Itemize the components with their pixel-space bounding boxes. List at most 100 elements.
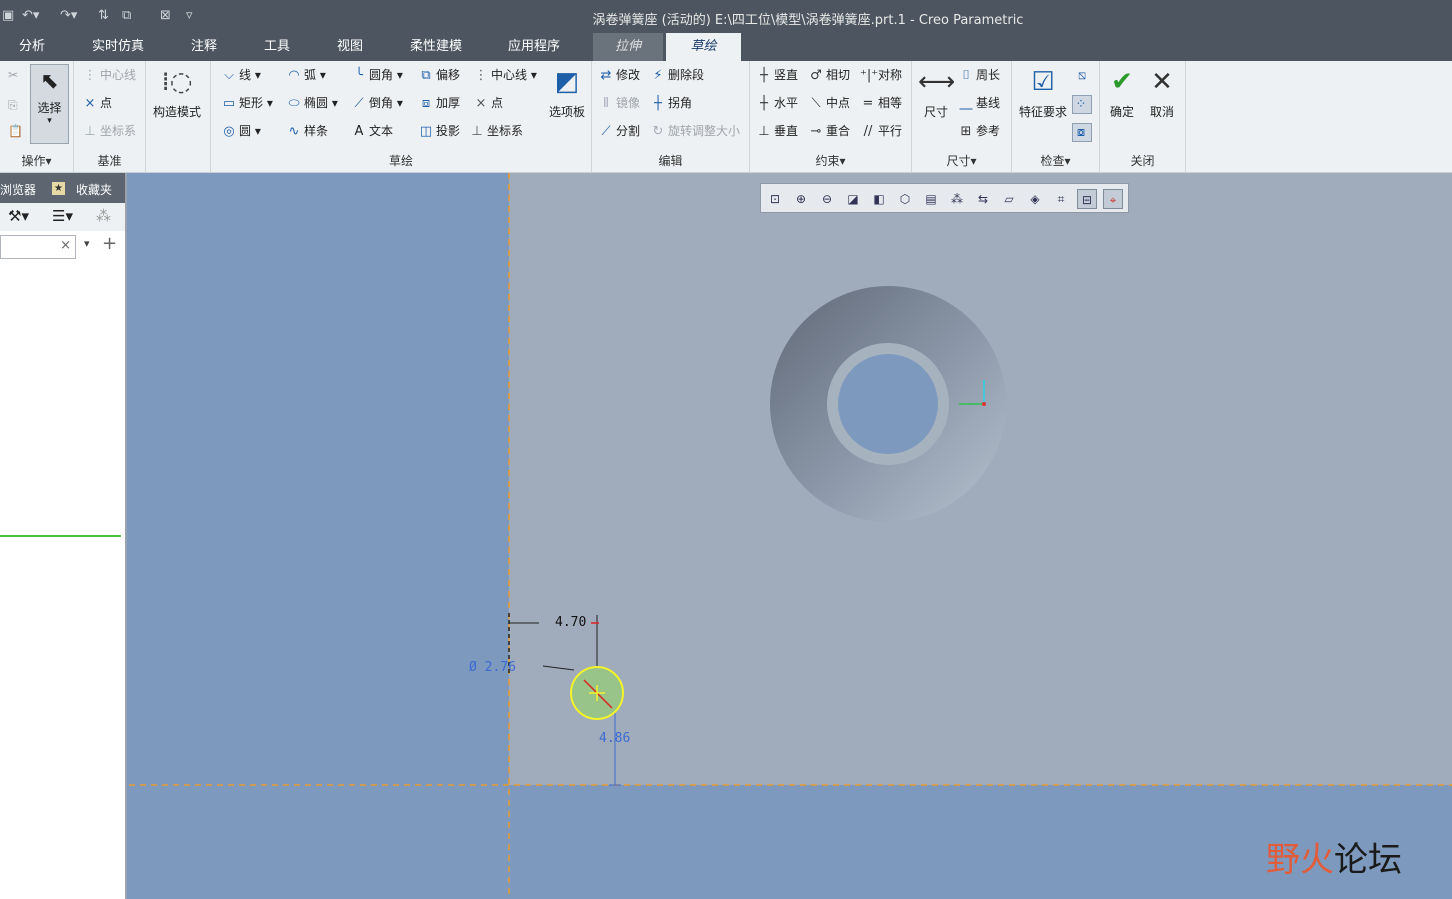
ellipse-button[interactable]: ⬭ 椭圆 ▾: [286, 95, 337, 112]
point-button[interactable]: × 点: [473, 95, 503, 112]
clear-search-icon[interactable]: ×: [60, 238, 71, 253]
horizontal-constraint-button[interactable]: ┼ 水平: [756, 95, 798, 112]
group-label-edit: 编辑: [658, 154, 683, 168]
parallel-constraint-button[interactable]: //平行: [860, 123, 902, 140]
copy-icon[interactable]: ⎘: [8, 97, 18, 113]
tab-extrude[interactable]: 拉伸: [593, 33, 663, 61]
baseline-button[interactable]: ⎽ 基线: [958, 95, 1000, 112]
tab-tools[interactable]: 工具: [253, 33, 301, 61]
thicken-button[interactable]: ⧈ 加厚: [418, 95, 460, 112]
tree-settings-icon[interactable]: ⚒▾: [8, 207, 29, 225]
cut-icon[interactable]: ✂: [8, 67, 18, 83]
zoom-in-icon[interactable]: ⊕: [791, 189, 811, 209]
feature-requirements-button[interactable]: ☑ 特征要求: [1016, 67, 1070, 120]
rectangle-button[interactable]: ▭ 矩形 ▾: [221, 95, 273, 112]
title-bar: ▣ ↶▾ ↷▾ ⇅ ⧉ ⊠ ▿ 涡卷弹簧座 (活动的) E:\四工位\模型\涡卷…: [0, 0, 1452, 33]
group-label-operations: 操作▾: [21, 154, 52, 168]
group-sketch: ⌵ 线 ▾ ▭ 矩形 ▾ ◎ 圆 ▾ ◠ 弧 ▾ ⬭ 椭圆 ▾ ∿ 样条 ╰ 圆角 ▾ ⟋ 倒角…: [210, 61, 592, 173]
tab-sketch[interactable]: 草绘: [666, 33, 741, 61]
fillet-button[interactable]: ╰ 圆角 ▾: [351, 67, 403, 84]
tab-browser[interactable]: 浏览器: [0, 181, 36, 198]
vertical-constraint-button[interactable]: ┼ 竖直: [756, 67, 798, 84]
perspective-icon[interactable]: ⁂: [947, 189, 967, 209]
refit-icon[interactable]: ⊡: [765, 189, 785, 209]
dimension-diameter[interactable]: Ø 2.76: [469, 660, 516, 675]
select-button[interactable]: ⬉ 选择 ▾: [30, 64, 69, 144]
tab-simulation[interactable]: 实时仿真: [82, 33, 154, 61]
project-button[interactable]: ◫ 投影: [418, 123, 460, 140]
equal-constraint-button[interactable]: = 相等: [860, 95, 902, 112]
display-style-icon[interactable]: ◧: [869, 189, 889, 209]
add-icon[interactable]: +: [102, 233, 117, 254]
tab-applications[interactable]: 应用程序: [498, 33, 570, 61]
perimeter-icon: ⌷: [962, 68, 970, 83]
cancel-label: 取消: [1149, 105, 1174, 119]
datum-display-icon[interactable]: ▱: [999, 189, 1019, 209]
highlight-open-ends-icon[interactable]: ⁘: [1072, 95, 1092, 114]
vertical-icon: ┼: [760, 68, 768, 83]
coincident-constraint-button[interactable]: ⊸ 重合: [808, 123, 850, 140]
overlapping-geometry-icon[interactable]: ⧅: [1074, 67, 1092, 84]
construction-mode-button[interactable]: ⁞◌ 构造模式: [150, 67, 204, 120]
sketcher-display-icon[interactable]: ⊟: [1077, 189, 1097, 209]
sketch-view-icon[interactable]: ⌗: [1051, 189, 1071, 209]
circle-button[interactable]: ◎ 圆 ▾: [221, 123, 261, 140]
csys-button[interactable]: ⊥ 坐标系: [469, 123, 523, 140]
spline-button[interactable]: ∿ 样条: [286, 123, 328, 140]
search-input[interactable]: ×: [0, 235, 76, 259]
show-menu-icon[interactable]: ☰▾: [52, 207, 73, 225]
graphics-area[interactable]: 4.70 Ø 2.76 4.86 ⊡ ⊕ ⊖ ◪ ◧ ⬡ ▤ ⁂ ⇆ ▱ ◈ ⌗…: [129, 173, 1452, 899]
paste-icon[interactable]: 📋: [8, 123, 23, 139]
rotate-resize-button[interactable]: ↻ 旋转调整大小: [650, 123, 740, 140]
tab-view[interactable]: 视图: [326, 33, 374, 61]
group-inspect: ☑ 特征要求 ⧅ ⁘ ⧇ 检查▾: [1012, 61, 1100, 173]
chevron-down-icon: ▾: [47, 116, 52, 126]
symmetric-constraint-button[interactable]: ⁺|⁺对称: [860, 67, 902, 84]
divide-button[interactable]: ⟋ 分割: [598, 123, 640, 140]
chevron-down-icon[interactable]: ▾: [84, 237, 90, 250]
datum-csys-button[interactable]: ⊥ 坐标系: [82, 123, 136, 140]
view-manager-icon[interactable]: ▤: [921, 189, 941, 209]
navigator-tabs: 浏览器 ★ 收藏夹: [0, 173, 125, 203]
diameter-leader: [542, 665, 575, 671]
spin-center-icon[interactable]: ◈: [1025, 189, 1045, 209]
closed-loops-icon: ⧇: [1076, 125, 1086, 140]
datum-centerline-button[interactable]: ⋮ 中心线: [82, 67, 137, 84]
group-close: ✔ 确定 ✕ 取消 关闭: [1100, 61, 1186, 173]
text-button[interactable]: A 文本: [351, 123, 393, 140]
filter-icon[interactable]: ⁂: [96, 207, 111, 225]
saved-orientations-icon[interactable]: ⬡: [895, 189, 915, 209]
centerline-button[interactable]: ⋮ 中心线 ▾: [473, 67, 537, 84]
delete-segment-button[interactable]: ⚡ 删除段: [650, 67, 704, 84]
mirror-button[interactable]: ⫴ 镜像: [598, 95, 640, 112]
tab-flexible-modeling[interactable]: 柔性建模: [400, 33, 472, 61]
tab-favorites[interactable]: 收藏夹: [76, 181, 112, 198]
dimension-button[interactable]: ⟷ 尺寸: [918, 67, 955, 120]
corner-icon: ┼: [654, 96, 662, 111]
tab-annotate[interactable]: 注释: [180, 33, 228, 61]
tab-analysis[interactable]: 分析: [8, 33, 56, 61]
chamfer-button[interactable]: ⟋ 倒角 ▾: [351, 95, 402, 112]
constraint-display-icon[interactable]: ⌖: [1103, 189, 1123, 209]
dimension-vertical[interactable]: 4.86: [599, 731, 630, 746]
corner-button[interactable]: ┼ 拐角: [650, 95, 692, 112]
zoom-out-icon[interactable]: ⊖: [817, 189, 837, 209]
reference-button[interactable]: ⊞ 参考: [958, 123, 1000, 140]
annotation-display-icon[interactable]: ⇆: [973, 189, 993, 209]
palette-button[interactable]: ◩ 选项板: [545, 67, 589, 120]
text-icon: A: [354, 124, 364, 139]
midpoint-constraint-button[interactable]: ⟍ 中点: [808, 95, 850, 112]
modify-button[interactable]: ⇄ 修改: [598, 67, 640, 84]
repaint-icon[interactable]: ◪: [843, 189, 863, 209]
perimeter-button[interactable]: ⌷ 周长: [958, 67, 1000, 84]
arc-button[interactable]: ◠ 弧 ▾: [286, 67, 326, 84]
tangent-constraint-button[interactable]: ♂ 相切: [808, 67, 850, 84]
dimension-horizontal[interactable]: 4.70: [555, 615, 586, 630]
line-button[interactable]: ⌵ 线 ▾: [221, 67, 261, 84]
datum-point-button[interactable]: × 点: [82, 95, 112, 112]
cancel-button[interactable]: ✕ 取消: [1144, 67, 1180, 120]
shade-closed-loops-icon[interactable]: ⧇: [1072, 123, 1092, 142]
offset-button[interactable]: ⧉ 偏移: [418, 67, 460, 84]
perpendicular-constraint-button[interactable]: ⊥ 垂直: [756, 123, 798, 140]
ok-button[interactable]: ✔ 确定: [1104, 67, 1140, 120]
